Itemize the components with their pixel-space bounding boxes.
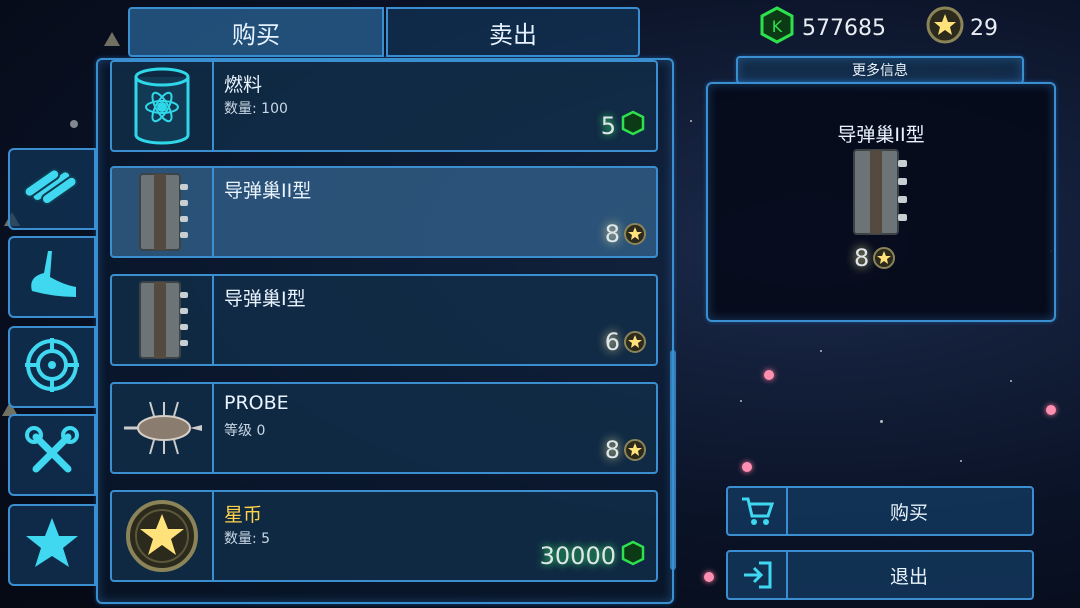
list-item-probe[interactable]: PROBE 等级 0 8 [110, 382, 658, 474]
price-value: 5 [600, 112, 616, 140]
item-name: 星币 [224, 504, 263, 526]
gem-icon: K [758, 6, 796, 50]
preview-price: 8 [854, 244, 896, 272]
item-quantity: 数量: 100 [224, 101, 288, 117]
item-quantity: 数量: 5 [224, 531, 271, 547]
exit-icon [728, 552, 788, 598]
item-name: 导弹巢II型 [224, 180, 312, 202]
star-coin-icon [624, 223, 646, 245]
exit-button[interactable]: 退出 [726, 550, 1034, 600]
star-coin-icon [112, 492, 214, 580]
buy-label: 购买 [889, 501, 928, 524]
price-value: 8 [854, 244, 870, 272]
item-price: 6 [605, 328, 646, 356]
list-item-fuel[interactable]: 燃料 数量: 100 5 [110, 60, 658, 152]
missile-pod-icon [112, 168, 214, 256]
more-info-button[interactable]: 更多信息 [736, 56, 1024, 84]
list-item-missile-pod-2[interactable]: 导弹巢II型 8 [110, 166, 658, 258]
side-tab-favorites[interactable] [8, 504, 96, 586]
side-tab-tools[interactable] [8, 414, 96, 496]
gem-count: 577685 [802, 15, 886, 41]
gem-balance: K 577685 [758, 6, 886, 50]
missile-pod-icon [112, 276, 214, 364]
price-value: 8 [604, 220, 620, 248]
preview-title: 导弹巢II型 [837, 124, 925, 146]
star-coin-icon [624, 439, 646, 461]
cart-icon [728, 488, 788, 534]
item-preview-panel: 导弹巢II型 8 [706, 82, 1056, 322]
star-coin-icon [873, 247, 896, 269]
side-tab-hull[interactable] [8, 236, 96, 318]
missile-pod-icon [848, 148, 914, 242]
side-tab-target[interactable] [8, 326, 96, 408]
target-icon [23, 336, 81, 398]
price-value: 6 [604, 328, 620, 356]
item-price: 8 [605, 436, 646, 464]
item-level: 等级 0 [224, 423, 266, 439]
star-coin-icon [624, 331, 646, 353]
price-value: 30000 [539, 542, 616, 570]
star-icon [24, 515, 80, 575]
gem-icon [620, 540, 646, 572]
star-balance: 29 [926, 6, 998, 50]
star-coin-icon [926, 6, 964, 50]
price-value: 8 [604, 436, 620, 464]
list-item-star-coin[interactable]: 星币 数量: 5 30000 [110, 490, 658, 582]
item-price: 8 [605, 220, 646, 248]
buy-button[interactable]: 购买 [726, 486, 1034, 536]
warning-icon [104, 32, 120, 46]
gem-icon [620, 110, 646, 142]
hull-icon [24, 247, 80, 307]
item-price: 30000 [540, 540, 646, 572]
star-count: 29 [970, 15, 998, 41]
tab-buy[interactable]: 购买 [128, 7, 384, 57]
item-name: 燃料 [224, 74, 263, 96]
tab-sell[interactable]: 卖出 [386, 7, 640, 57]
probe-ship-icon [112, 384, 214, 472]
exit-label: 退出 [889, 565, 928, 588]
item-name: 导弹巢I型 [224, 288, 306, 310]
fuel-barrel-icon [112, 62, 214, 150]
svg-text:K: K [772, 17, 783, 36]
list-item-missile-pod-1[interactable]: 导弹巢I型 6 [110, 274, 658, 366]
side-tab-materials[interactable] [8, 148, 96, 230]
tools-icon [24, 425, 80, 485]
item-name: PROBE [224, 392, 289, 414]
materials-icon [23, 159, 80, 219]
list-scrollbar[interactable] [670, 350, 676, 570]
item-price: 5 [601, 110, 646, 142]
